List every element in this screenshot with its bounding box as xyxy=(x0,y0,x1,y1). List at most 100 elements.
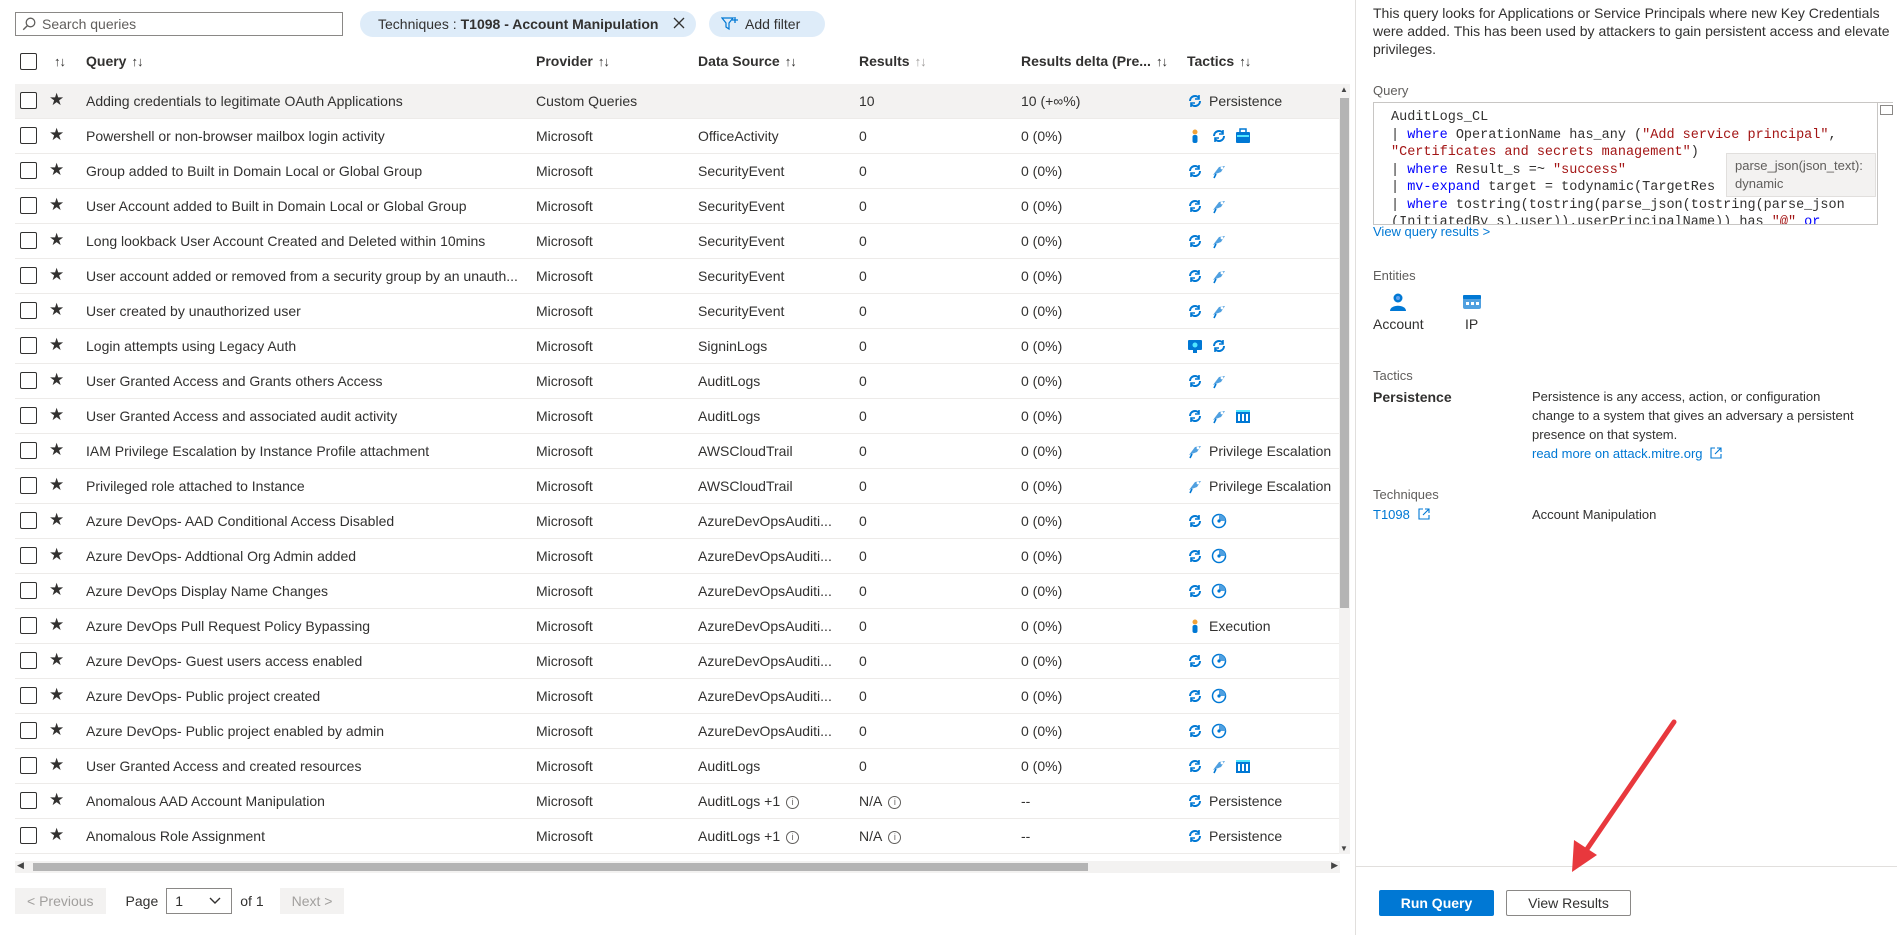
select-all-checkbox[interactable] xyxy=(20,53,37,70)
scrollbar-thumb[interactable] xyxy=(1340,98,1349,608)
table-row[interactable]: ★ Powershell or non-browser mailbox login… xyxy=(15,119,1340,154)
scroll-up-icon[interactable]: ▲ xyxy=(1340,85,1348,94)
row-checkbox[interactable] xyxy=(20,617,37,634)
star-icon[interactable]: ★ xyxy=(49,160,64,180)
row-checkbox[interactable] xyxy=(20,442,37,459)
row-checkbox[interactable] xyxy=(20,127,37,144)
mitre-link[interactable]: read more on attack.mitre.org xyxy=(1532,446,1722,461)
row-checkbox[interactable] xyxy=(20,547,37,564)
table-row[interactable]: ★ Login attempts using Legacy Auth Microso… xyxy=(15,329,1340,364)
row-checkbox[interactable] xyxy=(20,162,37,179)
info-icon[interactable]: i xyxy=(786,831,800,844)
column-query[interactable]: Query ↑↓ xyxy=(86,53,143,69)
close-icon[interactable] xyxy=(672,14,686,35)
table-row[interactable]: ★ IAM Privilege Escalation by Instance Pr… xyxy=(15,434,1340,469)
row-checkbox[interactable] xyxy=(20,652,37,669)
table-row[interactable]: ★ Privileged role attached to Instance Mic… xyxy=(15,469,1340,504)
star-icon[interactable]: ★ xyxy=(49,300,64,320)
code-scrollbar[interactable] xyxy=(1878,102,1893,226)
row-checkbox[interactable] xyxy=(20,407,37,424)
row-checkbox[interactable] xyxy=(20,302,37,319)
column-tactics[interactable]: Tactics ↑↓ xyxy=(1187,53,1251,69)
star-icon[interactable]: ★ xyxy=(49,685,64,705)
code-scrollbar-thumb[interactable] xyxy=(1880,105,1893,115)
star-icon[interactable]: ★ xyxy=(49,265,64,285)
star-icon[interactable]: ★ xyxy=(49,755,64,775)
scroll-left-icon[interactable]: ◀ xyxy=(17,860,24,871)
column-data-source[interactable]: Data Source ↑↓ xyxy=(698,53,797,69)
table-row[interactable]: ★ Azure DevOps- Public project enabled by… xyxy=(15,714,1340,749)
info-icon[interactable]: i xyxy=(786,796,800,809)
scroll-right-icon[interactable]: ▶ xyxy=(1331,860,1338,871)
star-icon[interactable]: ★ xyxy=(49,195,64,215)
row-checkbox[interactable] xyxy=(20,687,37,704)
row-checkbox[interactable] xyxy=(20,722,37,739)
vertical-scrollbar[interactable]: ▲ ▼ xyxy=(1339,84,1350,854)
run-query-button[interactable]: Run Query xyxy=(1379,890,1494,916)
filter-pill-techniques[interactable]: Techniques : T1098 - Account Manipulatio… xyxy=(360,11,696,37)
table-row[interactable]: ★ User account added or removed from a se… xyxy=(15,259,1340,294)
row-checkbox[interactable] xyxy=(20,792,37,809)
table-row[interactable]: ★ Anomalous AAD Account Manipulation Micro… xyxy=(15,784,1340,819)
add-filter-button[interactable]: Add filter xyxy=(709,11,825,37)
row-checkbox[interactable] xyxy=(20,267,37,284)
search-input[interactable] xyxy=(40,15,334,33)
previous-page-button[interactable]: < Previous xyxy=(15,888,106,914)
table-row[interactable]: ★ Azure DevOps- Guest users access enable… xyxy=(15,644,1340,679)
row-checkbox[interactable] xyxy=(20,197,37,214)
scrollbar-thumb[interactable] xyxy=(33,863,1088,871)
page-select[interactable]: 1 xyxy=(166,888,233,914)
table-row[interactable]: ★ Azure DevOps Pull Request Policy Bypass… xyxy=(15,609,1340,644)
table-row[interactable]: ★ Adding credentials to legitimate OAuth … xyxy=(15,84,1340,119)
star-icon[interactable]: ★ xyxy=(49,510,64,530)
star-icon[interactable]: ★ xyxy=(49,790,64,810)
view-results-button[interactable]: View Results xyxy=(1506,890,1631,916)
star-icon[interactable]: ★ xyxy=(49,125,64,145)
horizontal-scrollbar[interactable]: ◀ ▶ xyxy=(15,860,1340,873)
search-box[interactable] xyxy=(15,12,343,36)
column-results[interactable]: Results ↑↓ xyxy=(859,53,927,69)
row-checkbox[interactable] xyxy=(20,512,37,529)
star-icon[interactable]: ★ xyxy=(49,545,64,565)
star-icon[interactable]: ★ xyxy=(49,720,64,740)
table-row[interactable]: ★ Anomalous Role Assignment Microsoft Audit… xyxy=(15,819,1340,854)
star-icon[interactable]: ★ xyxy=(49,405,64,425)
scroll-down-icon[interactable]: ▼ xyxy=(1340,844,1348,853)
row-checkbox[interactable] xyxy=(20,92,37,109)
star-icon[interactable]: ★ xyxy=(49,370,64,390)
table-row[interactable]: ★ User Granted Access and created resourc… xyxy=(15,749,1340,784)
row-checkbox[interactable] xyxy=(20,582,37,599)
row-checkbox[interactable] xyxy=(20,827,37,844)
star-icon[interactable]: ★ xyxy=(49,615,64,635)
row-checkbox[interactable] xyxy=(20,372,37,389)
column-results-delta[interactable]: Results delta (Pre... ↑↓ xyxy=(1021,53,1168,69)
table-row[interactable]: ★ Long lookback User Account Created and … xyxy=(15,224,1340,259)
table-row[interactable]: ★ Azure DevOps Display Name Changes Micros… xyxy=(15,574,1340,609)
next-page-button[interactable]: Next > xyxy=(279,888,345,914)
star-icon[interactable]: ★ xyxy=(49,580,64,600)
star-icon[interactable]: ★ xyxy=(49,90,64,110)
table-row[interactable]: ★ Azure DevOps- AAD Conditional Access Di… xyxy=(15,504,1340,539)
table-row[interactable]: ★ Group added to Built in Domain Local or… xyxy=(15,154,1340,189)
row-checkbox[interactable] xyxy=(20,337,37,354)
star-icon[interactable]: ★ xyxy=(49,440,64,460)
info-icon[interactable]: i xyxy=(888,796,902,809)
star-icon[interactable]: ★ xyxy=(49,650,64,670)
table-row[interactable]: ★ User Granted Access and associated audi… xyxy=(15,399,1340,434)
star-icon[interactable]: ★ xyxy=(49,230,64,250)
table-row[interactable]: ★ User Granted Access and Grants others A… xyxy=(15,364,1340,399)
star-icon[interactable]: ★ xyxy=(49,335,64,355)
info-icon[interactable]: i xyxy=(888,831,902,844)
technique-link[interactable]: T1098 xyxy=(1373,507,1430,522)
table-row[interactable]: ★ Azure DevOps- Addtional Org Admin added… xyxy=(15,539,1340,574)
column-provider[interactable]: Provider ↑↓ xyxy=(536,53,610,69)
star-icon[interactable]: ★ xyxy=(49,475,64,495)
row-checkbox[interactable] xyxy=(20,757,37,774)
table-row[interactable]: ★ User Account added to Built in Domain L… xyxy=(15,189,1340,224)
view-query-results-link[interactable]: View query results > xyxy=(1373,224,1490,239)
table-row[interactable]: ★ User created by unauthorized user Micros… xyxy=(15,294,1340,329)
row-checkbox[interactable] xyxy=(20,477,37,494)
row-checkbox[interactable] xyxy=(20,232,37,249)
sort-favorites-icon[interactable]: ↑↓ xyxy=(49,53,66,69)
table-row[interactable]: ★ Azure DevOps- Public project created Mic… xyxy=(15,679,1340,714)
